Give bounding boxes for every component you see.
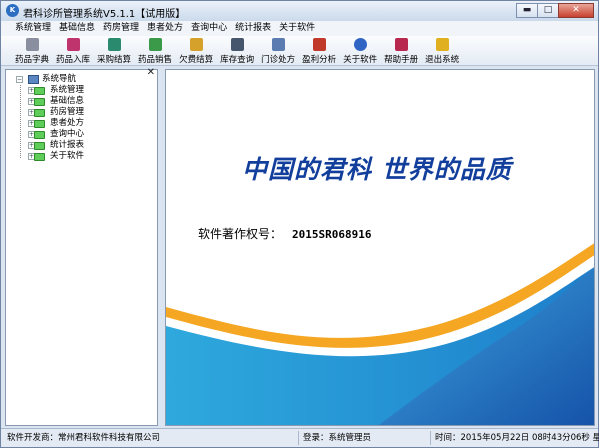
- folder-icon: [34, 109, 45, 117]
- toolbar: 药品字典 药品入库 采购结算 药品销售 欠费结算 库存查询 门诊处方 盈利分析: [1, 36, 598, 66]
- app-icon: K: [6, 4, 19, 17]
- profit-chart-icon: [312, 38, 326, 51]
- nav-item-basic-info[interactable]: + 基础信息: [6, 96, 159, 107]
- main-window: K 君科诊所管理系统V5.1.1【试用版】 ▬ □ ✕ 系统管理 基础信息 药房…: [0, 0, 599, 448]
- nav-root-label: 系统导航: [42, 74, 77, 84]
- nav-root[interactable]: − 系统导航: [6, 74, 159, 85]
- nav-item-reports[interactable]: + 统计报表: [6, 140, 159, 151]
- tool-label: 帮助手册: [384, 55, 419, 65]
- maximize-button[interactable]: □: [537, 3, 559, 18]
- tool-label: 盈利分析: [302, 55, 337, 65]
- tool-exit-button[interactable]: 退出系统: [423, 36, 461, 65]
- tool-purchase-settle-button[interactable]: 采购结算: [95, 36, 133, 65]
- company-slogan: 中国的君科 世界的品质: [242, 155, 512, 184]
- menu-prescription[interactable]: 患者处方: [143, 21, 187, 36]
- tool-arrears-button[interactable]: 欠费结算: [177, 36, 215, 65]
- tool-label: 药品字典: [15, 55, 50, 65]
- nav-item-label: 系统管理: [50, 85, 85, 95]
- tool-prescription-button[interactable]: 门诊处方: [259, 36, 297, 65]
- menu-about[interactable]: 关于软件: [275, 21, 319, 36]
- title-bar[interactable]: K 君科诊所管理系统V5.1.1【试用版】 ▬ □ ✕: [1, 1, 598, 21]
- nav-tree: − 系统导航 + 系统管理 + 基础信息 + 药房管理 + 患者处方 + 查询中…: [6, 74, 159, 162]
- folder-icon: [34, 120, 45, 128]
- manual-icon: [394, 38, 408, 51]
- exit-icon: [435, 38, 449, 51]
- stock-in-icon: [66, 38, 80, 51]
- menu-pharmacy[interactable]: 药房管理: [99, 21, 143, 36]
- nav-item-query[interactable]: + 查询中心: [6, 129, 159, 140]
- menu-bar: 系统管理 基础信息 药房管理 患者处方 查询中心 统计报表 关于软件: [1, 21, 598, 36]
- purchase-settle-icon: [107, 38, 121, 51]
- decorative-wave: [166, 243, 594, 425]
- folder-icon: [34, 142, 45, 150]
- inventory-icon: [230, 38, 244, 51]
- status-developer: 软件开发商：常州君科软件科技有限公司: [3, 431, 299, 445]
- navigation-panel: ✕ − 系统导航 + 系统管理 + 基础信息 + 药房管理 + 患者处方 + 查…: [5, 67, 159, 426]
- nav-item-pharmacy[interactable]: + 药房管理: [6, 107, 159, 118]
- tool-label: 关于软件: [343, 55, 378, 65]
- menu-system[interactable]: 系统管理: [11, 21, 55, 36]
- dictionary-icon: [25, 38, 39, 51]
- folder-icon: [34, 98, 45, 106]
- tool-inventory-button[interactable]: 库存查询: [218, 36, 256, 65]
- window-controls: ▬ □ ✕: [516, 3, 594, 18]
- nav-item-system[interactable]: + 系统管理: [6, 85, 159, 96]
- status-login: 登录：系统管理员: [299, 431, 431, 445]
- welcome-panel: 中国的君科 世界的品质 软件著作权号： 2015SR068916: [165, 69, 595, 426]
- tool-label: 采购结算: [97, 55, 132, 65]
- tool-label: 药品入库: [56, 55, 91, 65]
- computer-icon: [28, 75, 39, 84]
- nav-item-label: 基础信息: [50, 96, 85, 106]
- copyright-label: 软件著作权号：: [198, 227, 283, 241]
- tool-manual-button[interactable]: 帮助手册: [382, 36, 420, 65]
- arrears-icon: [189, 38, 203, 51]
- folder-icon: [34, 131, 45, 139]
- tool-label: 药品销售: [138, 55, 173, 65]
- prescription-icon: [271, 38, 285, 51]
- nav-item-label: 查询中心: [50, 129, 85, 139]
- tool-label: 欠费结算: [179, 55, 214, 65]
- tool-label: 门诊处方: [261, 55, 296, 65]
- folder-icon: [34, 87, 45, 95]
- status-bar: 软件开发商：常州君科软件科技有限公司 登录：系统管理员 时间：2015年05月2…: [1, 428, 599, 447]
- nav-item-prescription[interactable]: + 患者处方: [6, 118, 159, 129]
- folder-icon: [34, 153, 45, 161]
- copyright-line: 软件著作权号： 2015SR068916: [198, 225, 372, 242]
- tool-drug-sales-button[interactable]: 药品销售: [136, 36, 174, 65]
- nav-item-label: 药房管理: [50, 107, 85, 117]
- nav-item-about[interactable]: + 关于软件: [6, 151, 159, 162]
- drug-sales-icon: [148, 38, 162, 51]
- menu-reports[interactable]: 统计报表: [231, 21, 275, 36]
- nav-item-label: 统计报表: [50, 140, 85, 150]
- tool-about-button[interactable]: 关于软件: [341, 36, 379, 65]
- window-title: 君科诊所管理系统V5.1.1【试用版】: [23, 9, 186, 20]
- minimize-button[interactable]: ▬: [516, 3, 538, 18]
- status-time: 时间：2015年05月22日 08时43分06秒 星期五: [435, 433, 599, 443]
- close-button[interactable]: ✕: [558, 3, 594, 18]
- tool-label: 库存查询: [220, 55, 255, 65]
- menu-query[interactable]: 查询中心: [187, 21, 231, 36]
- nav-item-label: 关于软件: [50, 151, 85, 161]
- tool-label: 退出系统: [425, 55, 460, 65]
- tool-stock-in-button[interactable]: 药品入库: [54, 36, 92, 65]
- help-icon: [353, 38, 367, 51]
- copyright-number: 2015SR068916: [292, 228, 372, 241]
- nav-item-label: 患者处方: [50, 118, 85, 128]
- collapse-icon[interactable]: −: [16, 76, 23, 83]
- menu-basic-info[interactable]: 基础信息: [55, 21, 99, 36]
- tool-profit-button[interactable]: 盈利分析: [300, 36, 338, 65]
- tool-drug-dictionary-button[interactable]: 药品字典: [13, 36, 51, 65]
